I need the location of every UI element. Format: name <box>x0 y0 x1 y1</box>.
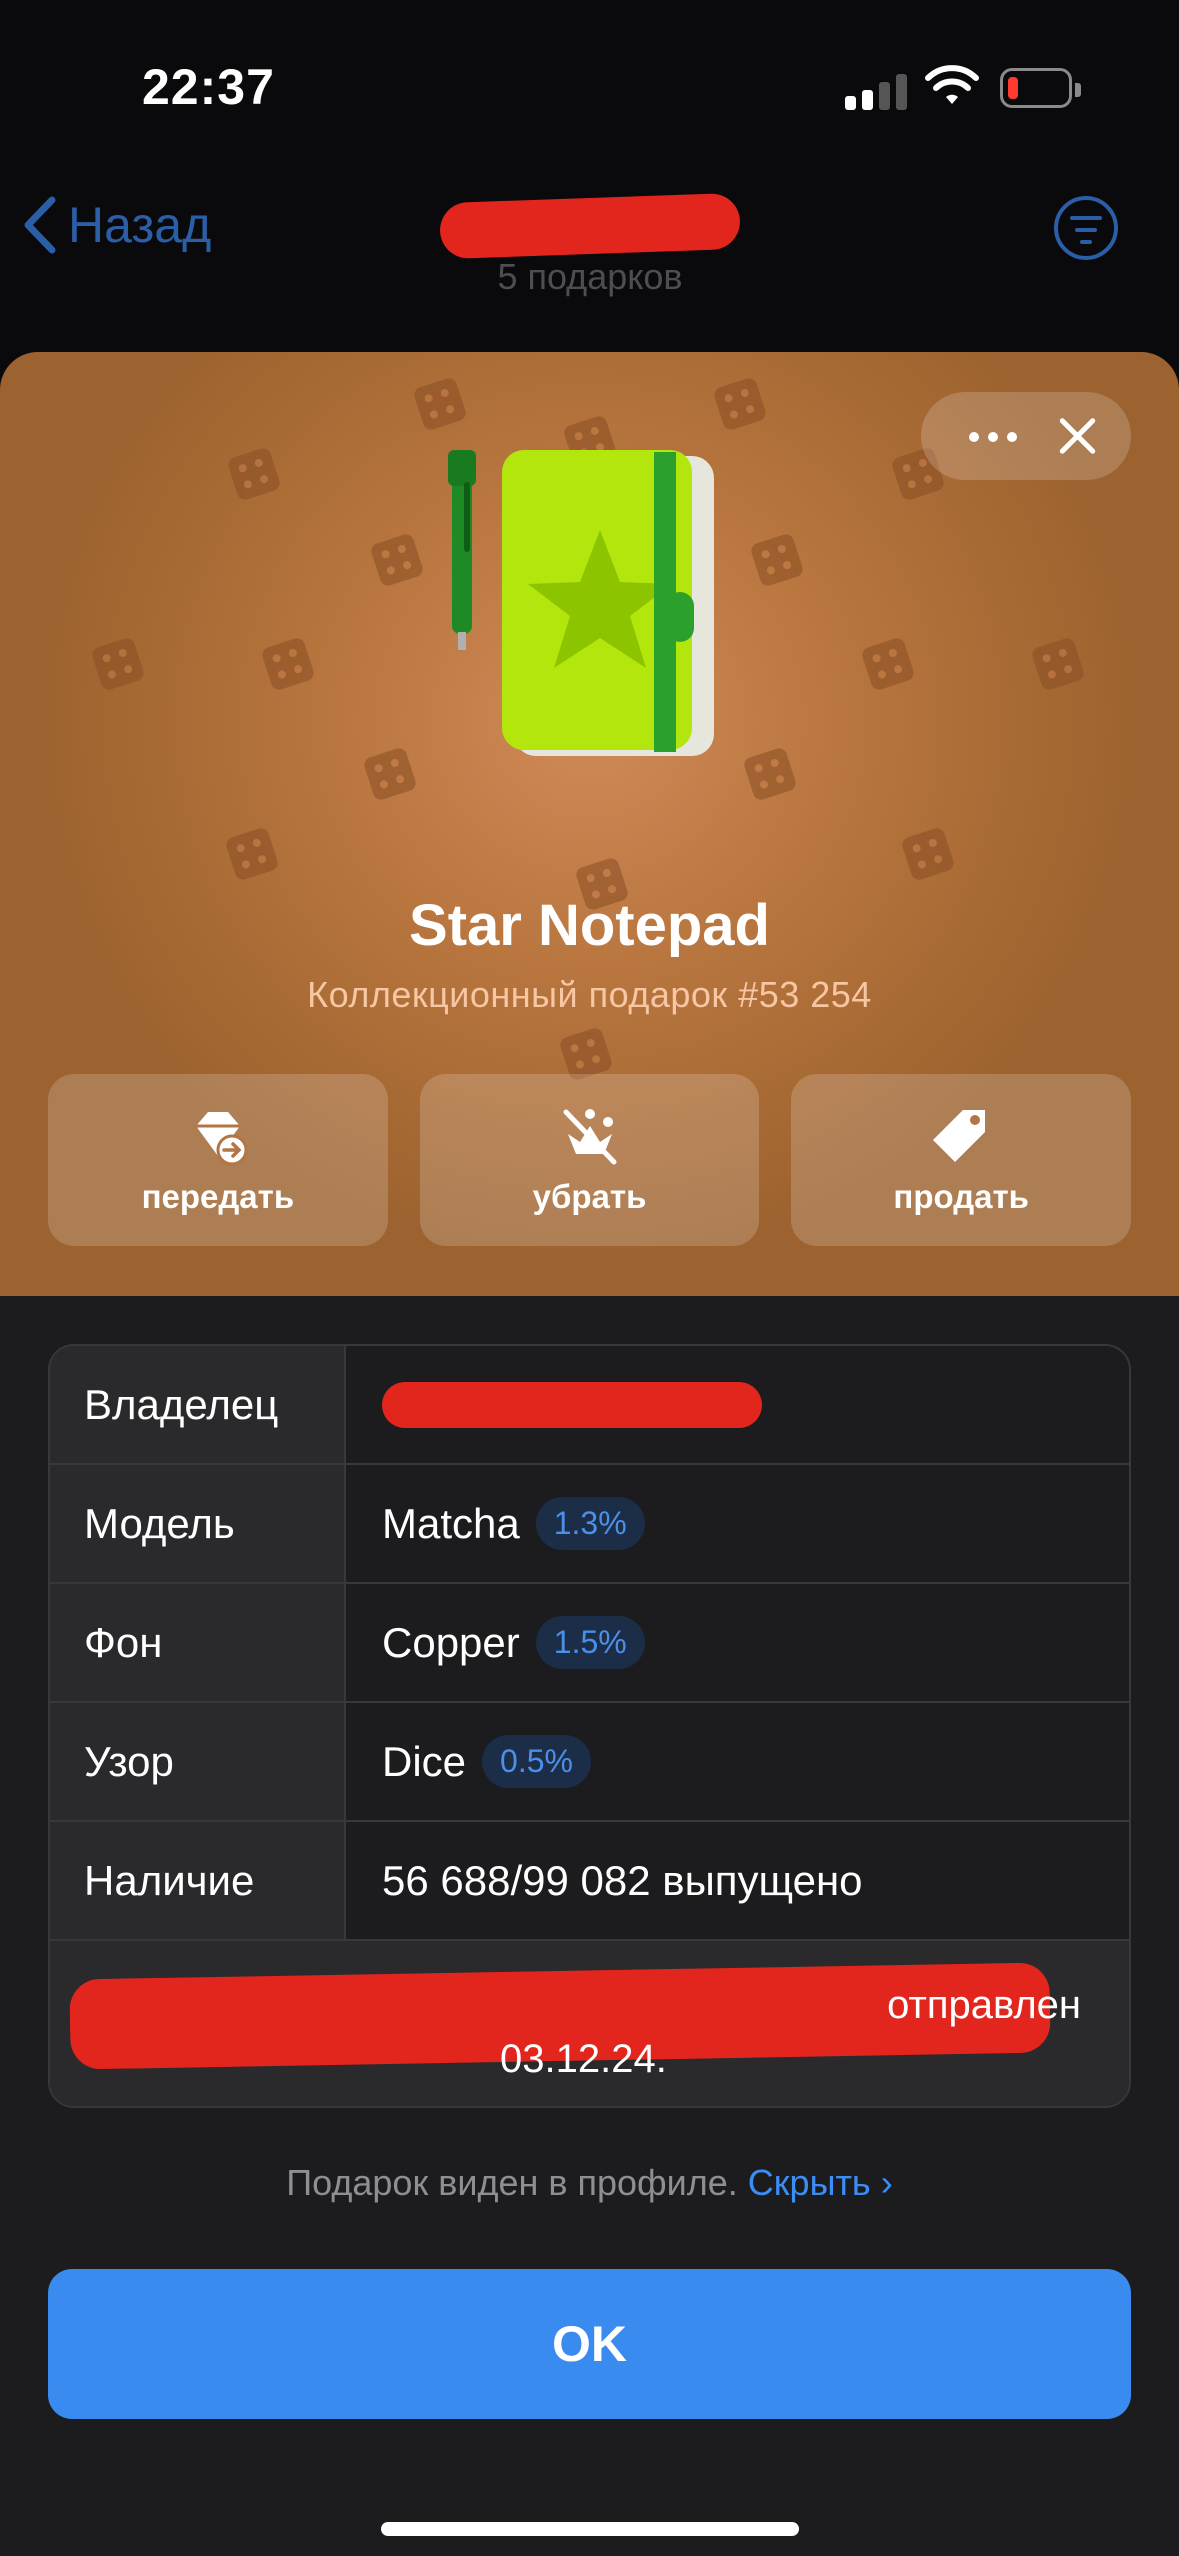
model-name: Matcha <box>382 1499 520 1547</box>
owner-label: Владелец <box>50 1346 346 1463</box>
cellular-signal-icon <box>845 70 907 110</box>
sent-label: отправлен <box>887 1983 1081 2027</box>
close-icon[interactable] <box>1055 414 1099 458</box>
home-indicator <box>381 2522 799 2536</box>
pattern-label: Узор <box>50 1703 346 1820</box>
sent-date: 03.12.24. <box>500 2037 667 2081</box>
table-row-model: Модель Matcha 1.3% <box>50 1465 1129 1584</box>
nav-subtitle: 5 подарков <box>497 256 683 297</box>
availability-label: Наличие <box>50 1822 346 1939</box>
chevron-left-icon <box>24 196 56 254</box>
dice-pattern-icon <box>362 746 418 802</box>
dice-pattern-icon <box>742 746 798 802</box>
table-row-sender: отправлен 03.12.24. <box>50 1941 1129 2106</box>
pattern-name: Dice <box>382 1737 467 1785</box>
unpin-button[interactable]: убрать <box>419 1074 760 1246</box>
owner-value[interactable] <box>346 1346 1129 1463</box>
background-label: Фон <box>50 1584 346 1701</box>
transfer-label: передать <box>141 1178 295 1215</box>
dice-pattern-icon <box>260 636 316 692</box>
gift-title: Star Notepad <box>409 893 770 958</box>
status-bar: 22:37 <box>0 0 1179 160</box>
sell-button[interactable]: продать <box>791 1074 1132 1246</box>
redacted-owner <box>382 1381 762 1428</box>
background-name: Copper <box>382 1618 520 1666</box>
pattern-value: Dice 0.5% <box>346 1703 1129 1820</box>
hide-link[interactable]: Скрыть › <box>748 2162 893 2203</box>
chevron-right-icon: › <box>880 2162 893 2203</box>
status-time: 22:37 <box>142 59 275 115</box>
sell-label: продать <box>893 1178 1029 1215</box>
unpin-crown-icon <box>563 1109 616 1165</box>
dice-pattern-icon <box>900 826 956 882</box>
redacted-title <box>439 192 741 260</box>
dice-pattern-icon <box>860 636 916 692</box>
dice-pattern-icon <box>712 376 768 432</box>
dice-pattern-icon <box>226 446 282 502</box>
table-row-background: Фон Copper 1.5% <box>50 1584 1129 1703</box>
background-value: Copper 1.5% <box>346 1584 1129 1701</box>
gift-actions: передать убрать продать <box>48 1074 1132 1246</box>
price-tag-icon <box>933 1110 986 1162</box>
dice-pattern-icon <box>749 532 805 588</box>
background-rarity-badge: 1.5% <box>535 1616 645 1669</box>
filter-icon[interactable] <box>1054 196 1118 260</box>
table-row-availability: Наличие 56 688/99 082 выпущено <box>50 1822 1129 1941</box>
model-label: Модель <box>50 1465 346 1582</box>
star-notepad-image <box>448 450 714 756</box>
model-value: Matcha 1.3% <box>346 1465 1129 1582</box>
more-icon[interactable] <box>969 432 1019 444</box>
ok-button[interactable]: OK <box>48 2269 1131 2419</box>
nav-bar: Назад 5 подарков <box>0 170 1179 297</box>
wifi-icon <box>925 65 979 104</box>
gift-hero: Star Notepad Коллекционный подарок #53 2… <box>0 352 1179 1296</box>
back-button[interactable]: Назад <box>22 196 211 254</box>
back-label: Назад <box>68 197 212 253</box>
model-rarity-badge: 1.3% <box>535 1497 645 1550</box>
table-row-owner: Владелец <box>50 1346 1129 1465</box>
pattern-rarity-badge: 0.5% <box>482 1735 591 1788</box>
sheet-menu-pill <box>921 392 1131 480</box>
hide-link-label: Скрыть <box>747 2162 871 2203</box>
visibility-note: Подарок виден в профиле. Скрыть › <box>0 2162 1179 2204</box>
gift-sheet: Star Notepad Коллекционный подарок #53 2… <box>0 352 1179 2556</box>
transfer-button[interactable]: передать <box>48 1074 388 1246</box>
dice-pattern-icon <box>412 376 468 432</box>
table-row-pattern: Узор Dice 0.5% <box>50 1703 1129 1822</box>
unpin-label: убрать <box>532 1178 647 1215</box>
availability-value: 56 688/99 082 выпущено <box>346 1822 1129 1939</box>
dice-pattern-icon <box>1030 636 1086 692</box>
dice-pattern-icon <box>224 826 280 882</box>
visibility-text: Подарок виден в профиле. <box>286 2162 738 2203</box>
gift-transfer-icon <box>195 1112 248 1166</box>
gift-subtitle: Коллекционный подарок #53 254 <box>307 974 872 1015</box>
dice-pattern-icon <box>90 636 146 692</box>
nav-title-area: 5 подарков <box>400 192 780 298</box>
gift-info-table: Владелец Модель Matcha 1.3% Фон Copper 1… <box>48 1344 1131 2108</box>
battery-icon <box>1000 68 1081 108</box>
dice-pattern-icon <box>369 532 425 588</box>
